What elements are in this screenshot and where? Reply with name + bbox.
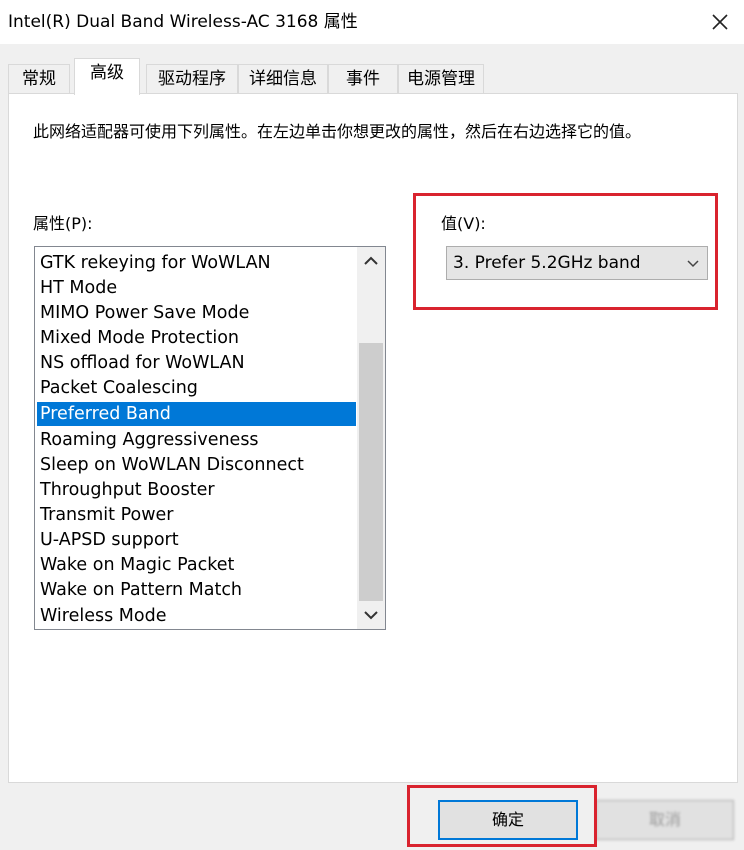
chevron-down-icon [685, 255, 701, 271]
value-dropdown[interactable]: 3. Prefer 5.2GHz band [446, 246, 708, 280]
scroll-up-button[interactable] [357, 247, 385, 275]
list-item[interactable]: GTK rekeying for WoWLAN [37, 251, 356, 275]
list-item[interactable]: HT Mode [37, 276, 356, 300]
property-listbox[interactable]: GTK rekeying for WoWLAN HT Mode MIMO Pow… [34, 246, 386, 630]
window-title: Intel(R) Dual Band Wireless-AC 3168 属性 [8, 12, 358, 32]
tab-advanced[interactable]: 高级 [74, 58, 140, 95]
list-item[interactable]: Roaming Aggressiveness [37, 428, 356, 452]
scrollbar-thumb[interactable] [359, 343, 383, 601]
property-label: 属性(P): [33, 214, 93, 233]
vertical-scrollbar[interactable] [357, 247, 385, 629]
list-item[interactable]: Sleep on WoWLAN Disconnect [37, 453, 356, 477]
list-item[interactable]: Wake on Pattern Match [37, 578, 356, 602]
tab-driver[interactable]: 驱动程序 [146, 64, 238, 94]
close-button[interactable] [706, 8, 734, 36]
chevron-down-icon [364, 611, 378, 620]
title-bar: Intel(R) Dual Band Wireless-AC 3168 属性 [0, 0, 744, 44]
list-item[interactable]: Packet Coalescing [37, 376, 356, 400]
list-item[interactable]: Wake on Magic Packet [37, 553, 356, 577]
close-icon [712, 14, 728, 30]
list-item[interactable]: Throughput Booster [37, 478, 356, 502]
list-item[interactable]: Transmit Power [37, 503, 356, 527]
tab-power-management[interactable]: 电源管理 [398, 64, 484, 94]
list-item[interactable]: MIMO Power Save Mode [37, 301, 356, 325]
scroll-down-button[interactable] [357, 601, 385, 629]
value-label: 值(V): [441, 214, 486, 233]
tab-events[interactable]: 事件 [328, 64, 398, 94]
tab-strip: 常规 高级 驱动程序 详细信息 事件 电源管理 [8, 58, 738, 95]
tab-general[interactable]: 常规 [8, 64, 70, 94]
description-text: 此网络适配器可使用下列属性。在左边单击你想更改的属性，然后在右边选择它的值。 [33, 122, 642, 141]
tab-details[interactable]: 详细信息 [238, 64, 328, 94]
ok-button[interactable]: 确定 [438, 800, 578, 840]
list-item-selected[interactable]: Preferred Band [37, 402, 356, 426]
list-item[interactable]: Mixed Mode Protection [37, 326, 356, 350]
cancel-button[interactable]: 取消 [596, 800, 734, 840]
chevron-up-icon [364, 256, 378, 265]
value-dropdown-selected: 3. Prefer 5.2GHz band [453, 253, 641, 273]
list-item[interactable]: Wireless Mode [37, 604, 356, 628]
list-item[interactable]: NS offload for WoWLAN [37, 351, 356, 375]
list-item[interactable]: U-APSD support [37, 528, 356, 552]
advanced-panel: 此网络适配器可使用下列属性。在左边单击你想更改的属性，然后在右边选择它的值。 属… [8, 93, 738, 783]
